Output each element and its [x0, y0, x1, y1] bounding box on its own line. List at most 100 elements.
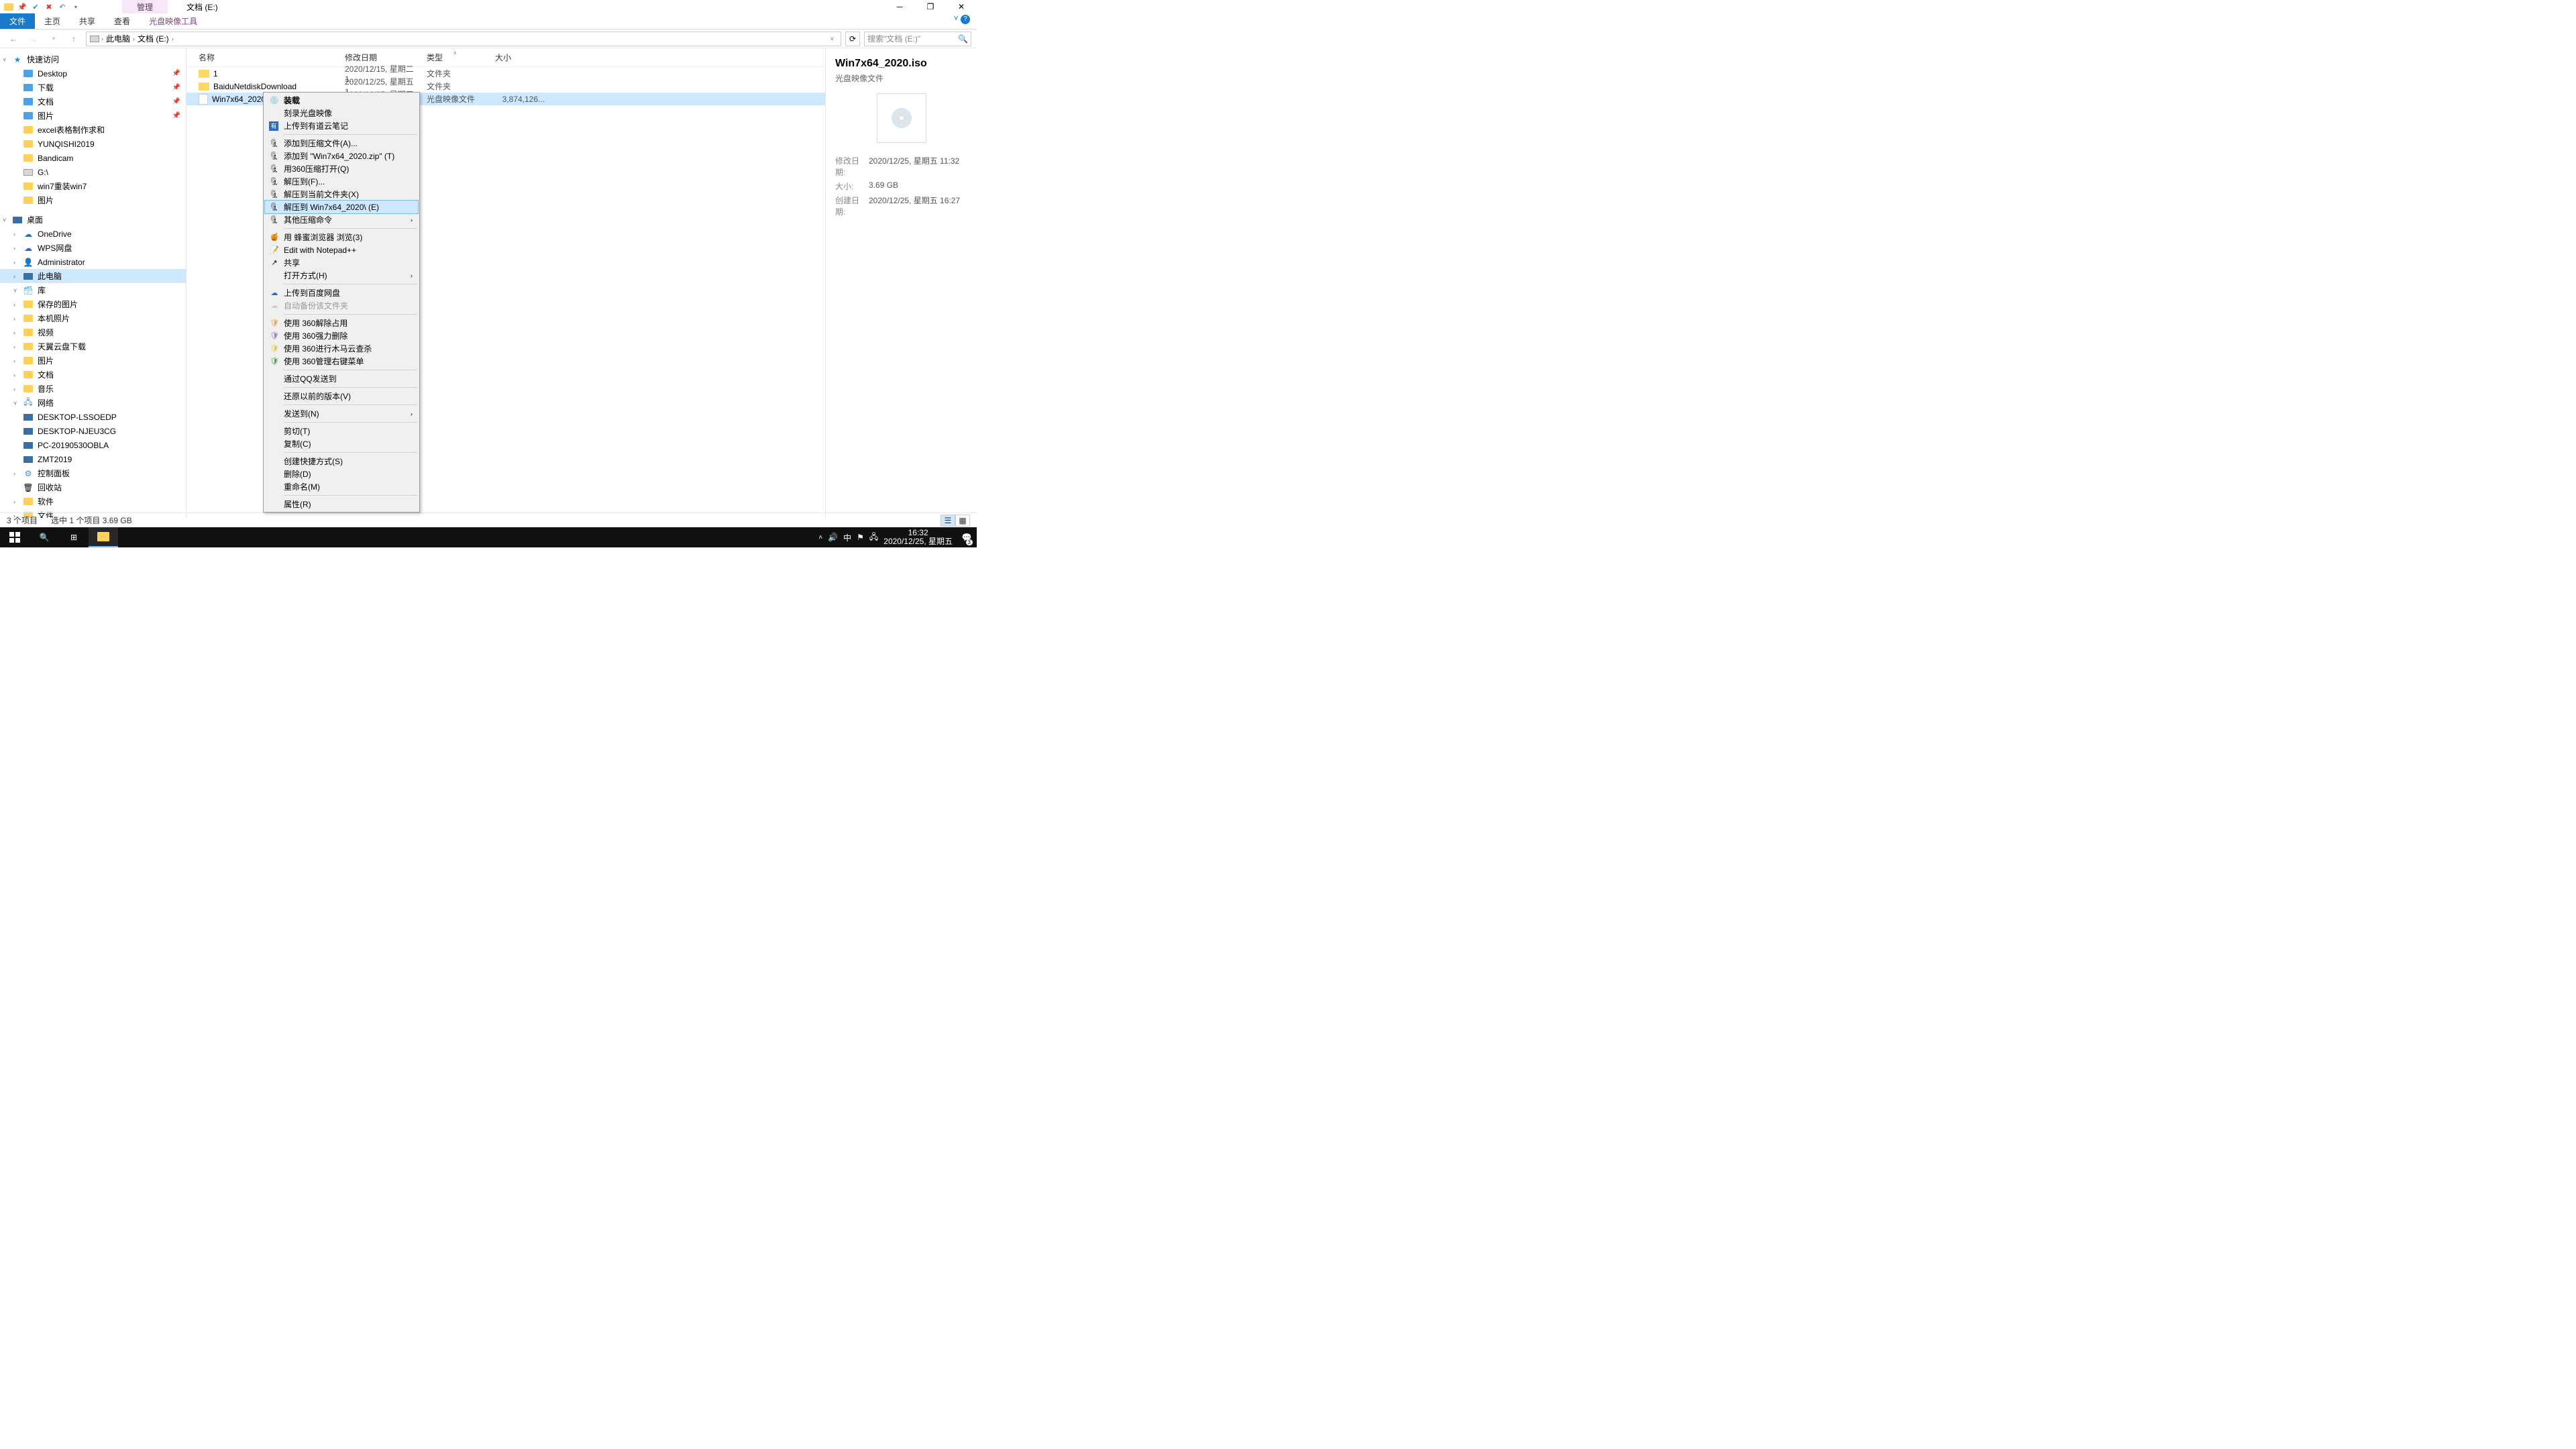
tree-g-drive[interactable]: G:\: [0, 165, 186, 179]
ctx-extract-named[interactable]: 🗜解压到 Win7x64_2020\ (E): [265, 201, 418, 213]
tree-net-pc2[interactable]: DESKTOP-NJEU3CG: [0, 424, 186, 438]
ctx-send-to[interactable]: 发送到(N)›: [265, 407, 418, 420]
clock[interactable]: 16:32 2020/12/25, 星期五: [883, 529, 953, 546]
up-button[interactable]: ↑: [66, 34, 82, 44]
tree-wps[interactable]: ›☁WPS网盘: [0, 241, 186, 255]
ctx-baidu[interactable]: ☁上传到百度网盘: [265, 286, 418, 299]
ctx-mount[interactable]: 💿装载: [265, 94, 418, 107]
ctx-360-menu[interactable]: 🛡使用 360管理右键菜单: [265, 355, 418, 368]
maximize-button[interactable]: ❐: [915, 0, 946, 13]
tree-net-pc1[interactable]: DESKTOP-LSSOEDP: [0, 410, 186, 424]
minimize-button[interactable]: ─: [884, 0, 915, 13]
tree-tianyi[interactable]: ›天翼云盘下载: [0, 339, 186, 354]
tree-documents[interactable]: 文档📌: [0, 95, 186, 109]
tray-app-icon[interactable]: ⚑: [857, 533, 864, 542]
table-row[interactable]: BaiduNetdiskDownload 2020/12/25, 星期五 1..…: [186, 80, 825, 93]
chevron-icon[interactable]: ›: [101, 36, 103, 42]
notifications-button[interactable]: 💬3: [958, 527, 975, 547]
tree-control-panel[interactable]: ›⚙控制面板: [0, 466, 186, 480]
col-name[interactable]: 名称: [199, 52, 345, 63]
tree-desktop[interactable]: Desktop📌: [0, 66, 186, 80]
back-button[interactable]: ←: [5, 34, 21, 44]
tree-pictures2[interactable]: 图片: [0, 193, 186, 207]
ctx-cut[interactable]: 剪切(T): [265, 425, 418, 437]
start-button[interactable]: [0, 527, 30, 547]
col-type[interactable]: 类型: [427, 52, 495, 63]
chevron-icon[interactable]: ›: [133, 36, 135, 42]
qat-check-icon[interactable]: ✔: [30, 1, 42, 12]
tree-net-pc4[interactable]: ZMT2019: [0, 452, 186, 466]
qat-pin-icon[interactable]: 📌: [16, 1, 28, 12]
refresh-button[interactable]: ⟳: [845, 32, 860, 46]
search-input[interactable]: 搜索"文档 (E:)" 🔍: [864, 32, 971, 46]
tree-yunqishi[interactable]: YUNQISHI2019: [0, 137, 186, 151]
tree-local-photos[interactable]: ›本机照片: [0, 311, 186, 325]
ctx-360-force-delete[interactable]: 🛡使用 360强力删除: [265, 329, 418, 342]
task-view-button[interactable]: ⊞: [59, 527, 89, 547]
tab-file[interactable]: 文件: [0, 13, 35, 29]
ctx-share[interactable]: ↗共享: [265, 256, 418, 269]
tab-share[interactable]: 共享: [70, 13, 105, 29]
ctx-other-zip[interactable]: 🗜其他压缩命令›: [265, 213, 418, 226]
col-size[interactable]: 大小: [495, 52, 550, 63]
tree-downloads[interactable]: 下载📌: [0, 80, 186, 95]
tree-pictures3[interactable]: ›图片: [0, 354, 186, 368]
ctx-burn[interactable]: 刻录光盘映像: [265, 107, 418, 119]
col-date[interactable]: 修改日期: [345, 52, 427, 63]
tab-home[interactable]: 主页: [35, 13, 70, 29]
tree-music[interactable]: ›音乐: [0, 382, 186, 396]
tree-saved-pics[interactable]: ›保存的图片: [0, 297, 186, 311]
tree-pictures[interactable]: 图片📌: [0, 109, 186, 123]
ctx-shortcut[interactable]: 创建快捷方式(S): [265, 455, 418, 468]
ribbon-expand-icon[interactable]: ˅ ?: [947, 13, 977, 29]
ctx-extract-here[interactable]: 🗜解压到当前文件夹(X): [265, 188, 418, 201]
tree-bandicam[interactable]: Bandicam: [0, 151, 186, 165]
tab-view[interactable]: 查看: [105, 13, 140, 29]
ctx-restore[interactable]: 还原以前的版本(V): [265, 390, 418, 402]
tree-desktop2[interactable]: ˅桌面: [0, 213, 186, 227]
search-button[interactable]: 🔍: [30, 527, 59, 547]
ctx-add-archive[interactable]: 🗜添加到压缩文件(A)...: [265, 137, 418, 150]
view-icons-button[interactable]: ▦: [955, 515, 970, 527]
tree-quick-access[interactable]: ˅★快速访问: [0, 52, 186, 66]
view-details-button[interactable]: ☰: [941, 515, 955, 527]
ctx-360-trojan[interactable]: 🛡使用 360进行木马云查杀: [265, 342, 418, 355]
close-button[interactable]: ✕: [946, 0, 977, 13]
ctx-open-360zip[interactable]: 🗜用360压缩打开(Q): [265, 162, 418, 175]
tree-library[interactable]: ˅🗃库: [0, 283, 186, 297]
tree-network[interactable]: ˅🖧网络: [0, 396, 186, 410]
tree-recycle[interactable]: 🗑回收站: [0, 480, 186, 494]
tree-software[interactable]: ›软件: [0, 494, 186, 508]
breadcrumb-dropdown-icon[interactable]: ˅: [826, 36, 838, 42]
ctx-copy[interactable]: 复制(C): [265, 437, 418, 450]
explorer-taskbar-button[interactable]: [89, 527, 118, 547]
recent-dropdown[interactable]: ˅: [46, 36, 62, 42]
breadcrumb[interactable]: › 此电脑 › 文档 (E:) › ˅: [86, 32, 841, 46]
ctx-add-zip[interactable]: 🗜添加到 "Win7x64_2020.zip" (T): [265, 150, 418, 162]
bc-location[interactable]: 文档 (E:): [136, 33, 170, 44]
ime-indicator[interactable]: 中: [843, 532, 851, 543]
ctx-open-with[interactable]: 打开方式(H)›: [265, 269, 418, 282]
qat-delete-icon[interactable]: ✖: [43, 1, 55, 12]
ctx-delete[interactable]: 删除(D): [265, 468, 418, 480]
tree-excel[interactable]: excel表格制作求和: [0, 123, 186, 137]
qat-dropdown-icon[interactable]: ▾: [70, 1, 82, 12]
chevron-icon[interactable]: ›: [172, 36, 174, 42]
bc-this-pc[interactable]: 此电脑: [105, 33, 131, 44]
tree-documents2[interactable]: ›文档: [0, 368, 186, 382]
ctx-360-unlock[interactable]: 🛡使用 360解除占用: [265, 317, 418, 329]
tree-this-pc[interactable]: ›此电脑: [0, 269, 186, 283]
qat-undo-icon[interactable]: ↶: [56, 1, 68, 12]
ctx-qq-send[interactable]: 通过QQ发送到: [265, 372, 418, 385]
tray-up-icon[interactable]: ˄: [818, 534, 822, 541]
ctx-notepadpp[interactable]: 📝Edit with Notepad++: [265, 244, 418, 256]
tree-video[interactable]: ›视频: [0, 325, 186, 339]
table-row[interactable]: 1 2020/12/15, 星期二 1... 文件夹: [186, 67, 825, 80]
ctx-youdao[interactable]: 有上传到有道云笔记: [265, 119, 418, 132]
ctx-properties[interactable]: 属性(R): [265, 498, 418, 511]
volume-icon[interactable]: 🔊: [828, 533, 838, 542]
ctx-extract-to[interactable]: 🗜解压到(F)...: [265, 175, 418, 188]
forward-button[interactable]: →: [25, 34, 42, 44]
tree-admin[interactable]: ›👤Administrator: [0, 255, 186, 269]
ctx-rename[interactable]: 重命名(M): [265, 480, 418, 493]
